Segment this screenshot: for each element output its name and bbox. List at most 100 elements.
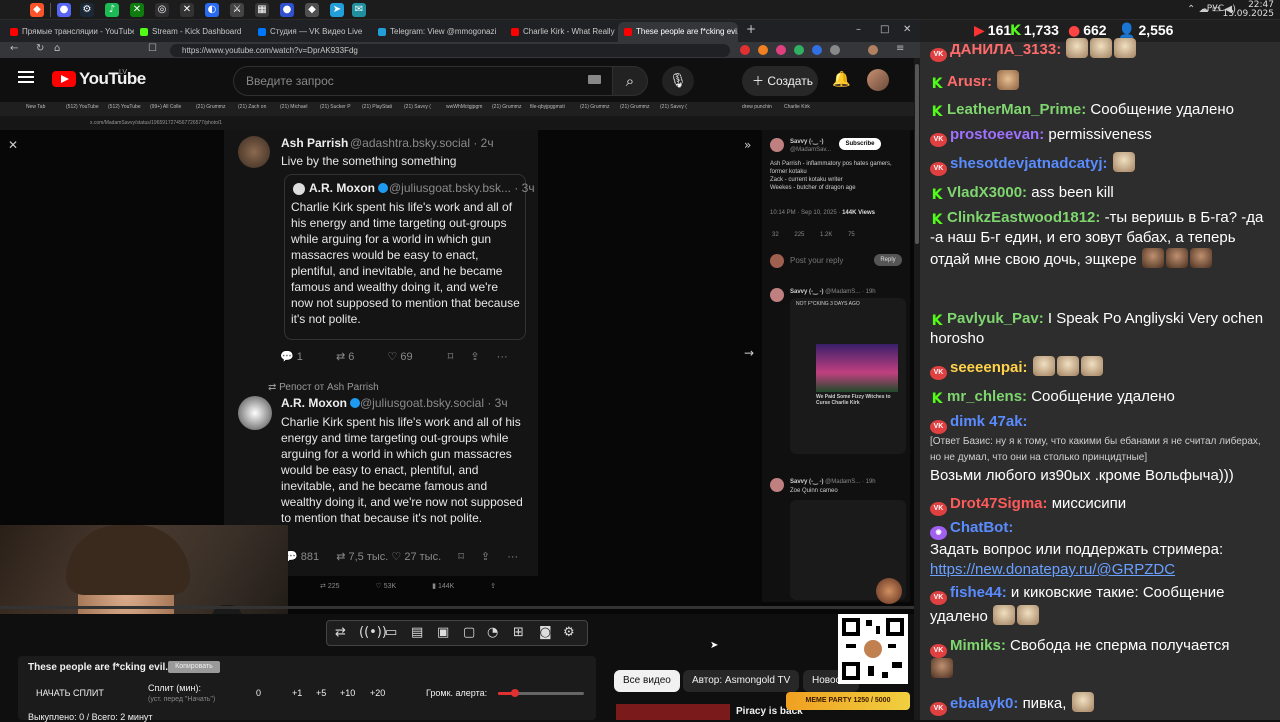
reload-icon[interactable]: ↻ xyxy=(36,43,44,54)
tab-vk[interactable]: Студия — VK Видео Live xyxy=(252,22,370,42)
extension-orange-icon[interactable] xyxy=(758,45,768,55)
chat-username[interactable]: Drot47Sigma: xyxy=(950,495,1048,512)
chat-username[interactable]: ClinkzEastwood1812: xyxy=(947,209,1100,226)
back-icon[interactable]: ← xyxy=(10,43,18,54)
volume-slider-knob[interactable] xyxy=(511,689,520,697)
spotify-icon[interactable]: ♪ xyxy=(105,3,119,17)
step-plus-10[interactable]: +10 xyxy=(340,688,355,698)
home-icon[interactable]: ⌂ xyxy=(54,43,60,54)
minimize-icon[interactable]: – xyxy=(856,24,861,35)
video-progress-bar[interactable] xyxy=(0,606,914,609)
close-window-icon[interactable]: ✕ xyxy=(903,24,911,35)
chat-username[interactable]: dimk 47ak: xyxy=(950,413,1028,430)
extension-green-icon[interactable] xyxy=(794,45,804,55)
chat-username[interactable]: fishe44: xyxy=(950,584,1007,601)
brave-icon[interactable]: ◆ xyxy=(30,3,44,17)
extension-pink-icon[interactable] xyxy=(776,45,786,55)
app-grid-icon[interactable]: ▦ xyxy=(255,3,269,17)
camera-icon[interactable]: ◙ xyxy=(539,625,552,640)
tab-charlie-kirk[interactable]: Charlie Kirk - What Really Happened... xyxy=(505,22,617,42)
donate-link[interactable]: https://new.donatepay.ru/@GRPZDC xyxy=(930,560,1270,580)
discord-icon[interactable]: ● xyxy=(57,3,71,17)
split-value[interactable]: 0 xyxy=(256,688,261,698)
app-x-icon[interactable]: ✕ xyxy=(180,3,194,17)
tab-youtube-studio[interactable]: Прямые трансляции - YouTube Stu... xyxy=(4,22,134,42)
chat-username[interactable]: ChatBot: xyxy=(950,519,1013,536)
maximize-icon[interactable]: □ xyxy=(880,24,889,35)
chat-username[interactable]: Pavlyuk_Pav: xyxy=(947,310,1044,327)
repost-icon[interactable]: ⇄ xyxy=(335,625,346,640)
app-mail-icon[interactable]: ✉ xyxy=(352,3,366,17)
address-input[interactable]: https://www.youtube.com/watch?v=DprAK933… xyxy=(170,44,730,57)
video-player[interactable]: New Tab (512) YouTube (512) YouTube (99+… xyxy=(0,102,914,614)
reply-button: Reply xyxy=(874,254,902,266)
app-diamond-icon[interactable]: ◆ xyxy=(305,3,319,17)
search-input[interactable]: Введите запрос xyxy=(233,66,616,96)
profile-icon[interactable] xyxy=(868,45,878,55)
tv-icon[interactable]: ▭ xyxy=(385,625,397,640)
scrollbar-thumb[interactable] xyxy=(915,64,919,244)
plus-icon: ＋ xyxy=(752,74,768,88)
tray-clock[interactable]: РУС 22:47 13.09.2025 xyxy=(1207,1,1274,19)
app-circle-icon[interactable]: ● xyxy=(280,3,294,17)
face-emote-icon xyxy=(1141,248,1164,268)
telegram-icon[interactable]: ➤ xyxy=(330,3,344,17)
copy-button[interactable]: Копировать xyxy=(168,661,220,673)
extension-red-icon[interactable] xyxy=(740,45,750,55)
start-split-button[interactable]: НАЧАТЬ СПЛИТ xyxy=(36,688,104,698)
app-sword-icon[interactable]: ⚔ xyxy=(230,3,244,17)
extension-blue-icon[interactable] xyxy=(812,45,822,55)
chat-username[interactable]: Arusr: xyxy=(947,73,992,90)
chat-message: VK Drot47Sigma: миссисипи xyxy=(930,494,1126,516)
chat-username[interactable]: Mimiks: xyxy=(950,637,1006,654)
account-avatar[interactable] xyxy=(867,69,889,91)
notifications-bell-icon[interactable]: 🔔 xyxy=(832,70,851,88)
bookmark-icon[interactable]: ☐ xyxy=(148,43,157,54)
window-icon[interactable]: ▢ xyxy=(463,625,475,640)
search-button[interactable]: ⌕ xyxy=(612,66,648,96)
add-icon[interactable]: ⊞ xyxy=(513,625,524,640)
create-button[interactable]: ＋ Создать xyxy=(742,66,818,96)
extension-gray-icon[interactable] xyxy=(830,45,840,55)
step-plus-5[interactable]: +5 xyxy=(316,688,326,698)
chat-username[interactable]: shesotdevjatnadcatyj: xyxy=(950,155,1108,172)
vk-badge-icon: VK xyxy=(930,644,947,658)
step-plus-1[interactable]: +1 xyxy=(292,688,302,698)
related-video-thumbnail[interactable] xyxy=(616,704,730,720)
chat-message: VK prostoeevan: permissiveness xyxy=(930,125,1152,147)
gear-icon[interactable]: ⚙ xyxy=(563,625,575,640)
verified-icon xyxy=(378,183,388,193)
reply2-header: Savvy (-‿ -) @MadamS... · 19h xyxy=(790,478,876,486)
chat-username[interactable]: seeeenpai: xyxy=(950,359,1028,376)
savvy-time: 10:14 PM · Sep 10, 2025 · 144K Views xyxy=(770,209,875,217)
app-blue-icon[interactable]: ◐ xyxy=(205,3,219,17)
tab-telegram[interactable]: Telegram: View @mmogonazi xyxy=(372,22,502,42)
chip-author[interactable]: Автор: Asmongold TV xyxy=(683,670,800,692)
clapper-icon[interactable]: ▤ xyxy=(411,625,423,640)
step-plus-20[interactable]: +20 xyxy=(370,688,385,698)
obs-icon[interactable]: ◎ xyxy=(155,3,169,17)
chat-username[interactable]: VladX3000: xyxy=(947,184,1027,201)
chip-all-videos[interactable]: Все видео xyxy=(614,670,680,692)
chat-username[interactable]: mr_chlens: xyxy=(947,388,1027,405)
chat-username[interactable]: ebalayk0: xyxy=(950,695,1018,712)
volume-slider[interactable] xyxy=(498,689,584,697)
broadcast-icon[interactable]: ((•)) xyxy=(359,625,387,640)
tab-active-video[interactable]: These people are f*cking evi... xyxy=(618,22,738,42)
youtube-logo-icon[interactable] xyxy=(52,71,76,87)
chat-username[interactable]: ДАНИЛА_3133: xyxy=(950,41,1061,58)
gauge-icon[interactable]: ◔ xyxy=(487,625,498,640)
menu-icon[interactable]: ≡ xyxy=(896,43,904,54)
create-label: Создать xyxy=(767,74,813,88)
keyboard-icon[interactable] xyxy=(588,75,601,84)
tab-kick[interactable]: Stream - Kick Dashboard xyxy=(134,22,252,42)
hamburger-menu-icon[interactable] xyxy=(18,71,34,83)
chat-username[interactable]: prostoeevan: xyxy=(950,126,1044,143)
steam-icon[interactable]: ⚙ xyxy=(80,3,94,17)
xbox-icon[interactable]: ✕ xyxy=(130,3,144,17)
chat-username[interactable]: LeatherMan_Prime: xyxy=(947,101,1086,118)
youtube-wordmark[interactable]: YouTube xyxy=(79,69,146,89)
pip-icon[interactable]: ▣ xyxy=(437,625,449,640)
new-tab-icon[interactable]: + xyxy=(746,22,756,36)
voice-search-button[interactable]: 🎙 xyxy=(662,66,694,96)
